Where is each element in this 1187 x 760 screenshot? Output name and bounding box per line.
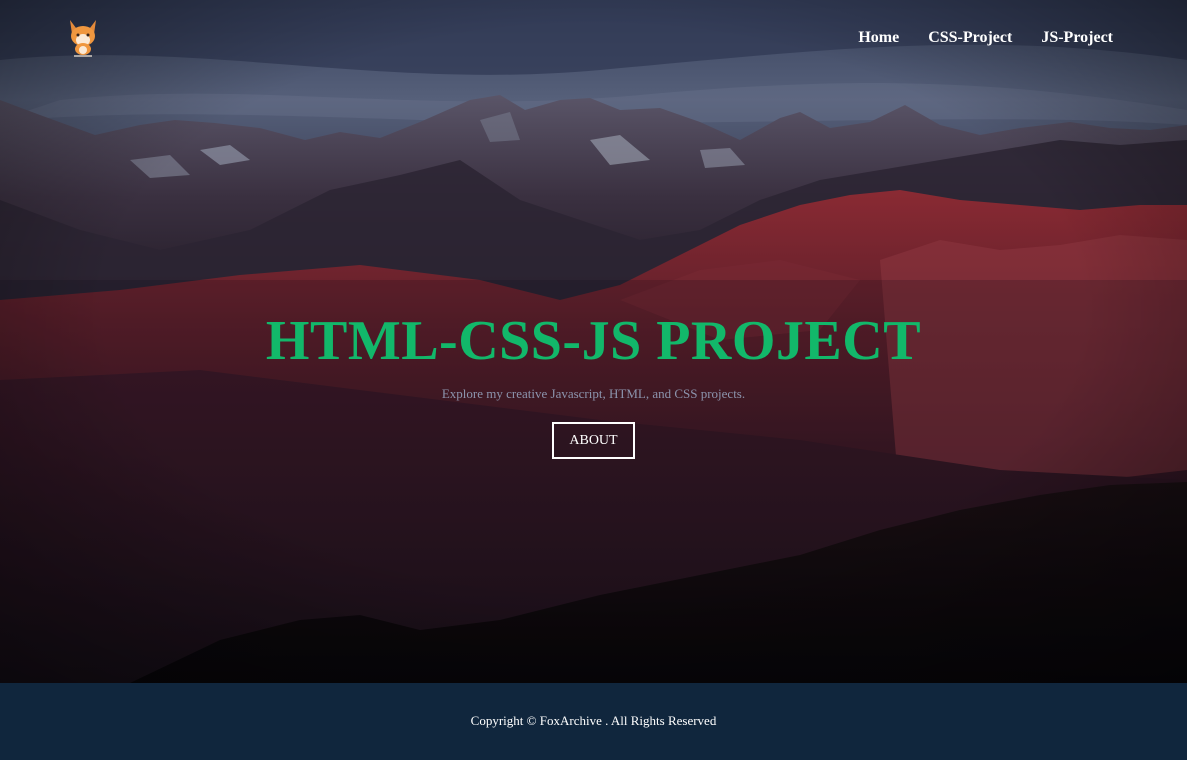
about-button[interactable]: ABOUT bbox=[552, 422, 635, 459]
fox-logo-icon[interactable] bbox=[64, 14, 102, 58]
footer: Copyright © FoxArchive . All Rights Rese… bbox=[0, 683, 1187, 760]
main-nav: Home CSS-Project JS-Project bbox=[858, 28, 1113, 48]
hero-subtitle: Explore my creative Javascript, HTML, an… bbox=[441, 386, 746, 401]
hero-title: HTML-CSS-JS PROJECT bbox=[265, 310, 922, 372]
nav-js-project-link[interactable]: JS-Project bbox=[1041, 28, 1113, 48]
copyright-text: Copyright © FoxArchive . All Rights Rese… bbox=[470, 713, 717, 728]
hero-content: HTML-CSS-JS PROJECT Explore my creative … bbox=[0, 308, 1187, 459]
nav-css-project-link[interactable]: CSS-Project bbox=[928, 28, 1012, 48]
nav-home-link[interactable]: Home bbox=[858, 28, 899, 48]
hero-section: Home CSS-Project JS-Project HTML-CSS-JS … bbox=[0, 0, 1187, 683]
